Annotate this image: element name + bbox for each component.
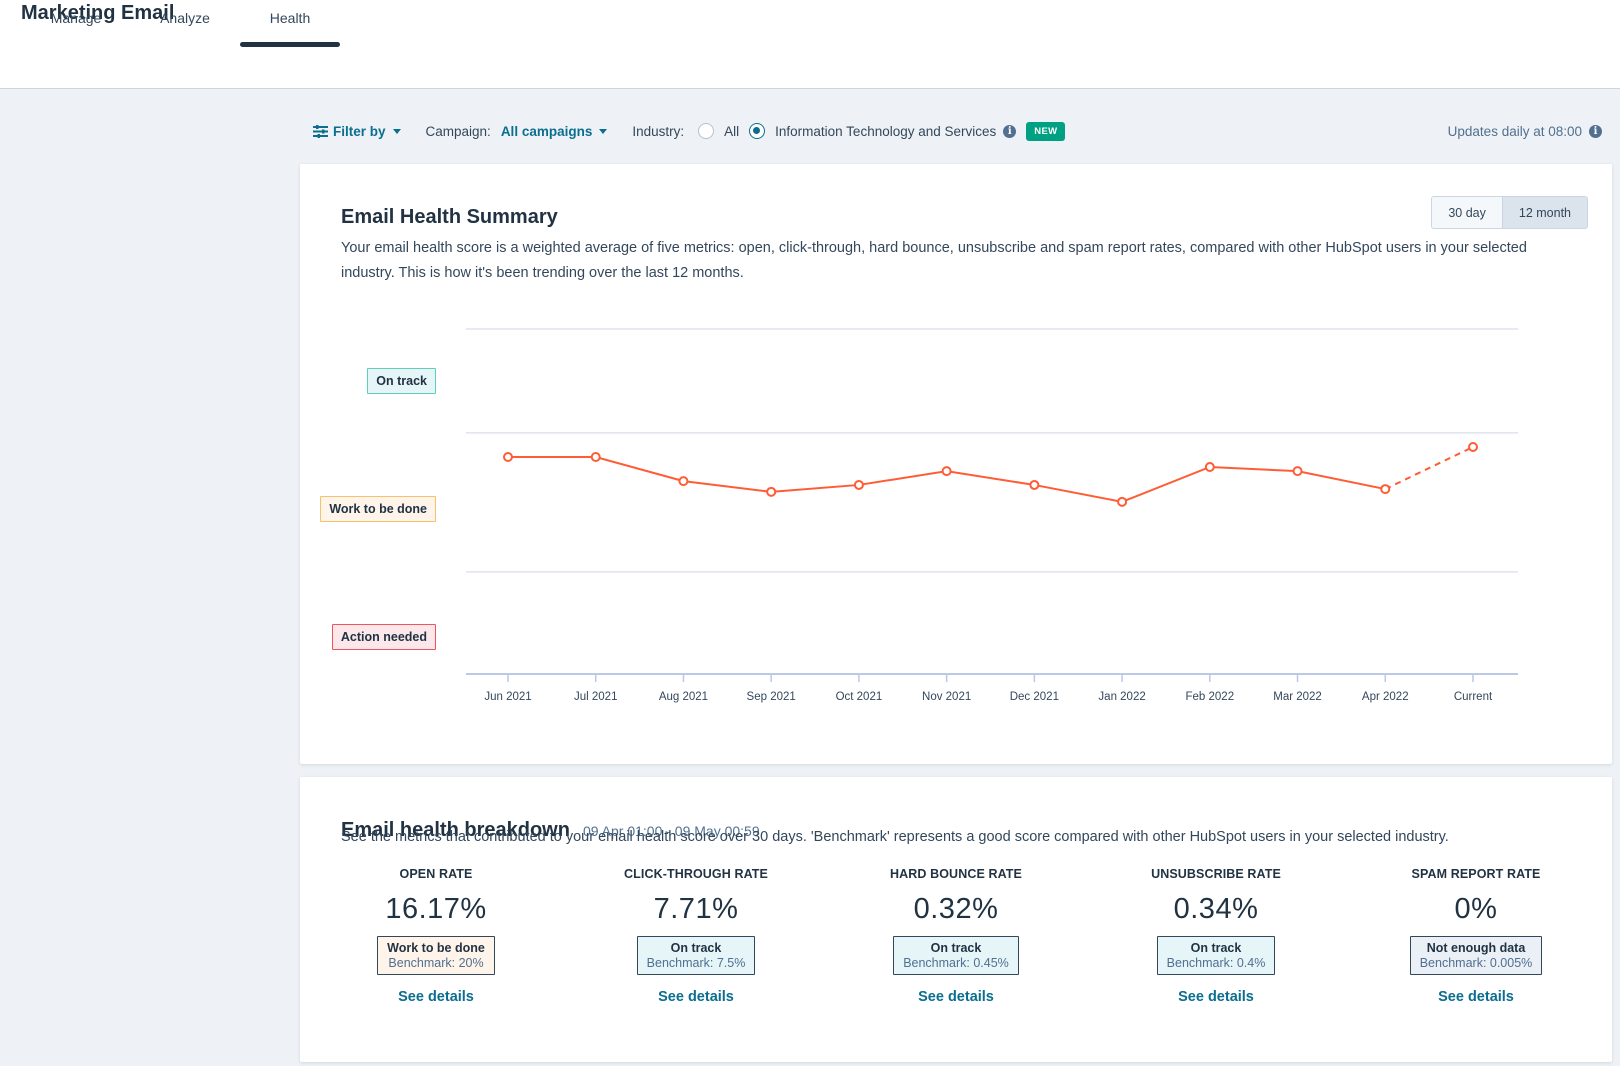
update-schedule: Updates daily at 08:00 i	[1448, 119, 1602, 143]
campaign-dropdown[interactable]: All campaigns	[501, 124, 608, 139]
status-benchmark: Benchmark: 20%	[388, 956, 484, 970]
data-point	[1204, 462, 1215, 472]
metric-label: UNSUBSCRIBE RATE	[1151, 867, 1281, 881]
zone-label-work-to-be-done: Work to be done	[320, 496, 436, 522]
metric-unsubscribe-rate: UNSUBSCRIBE RATE 0.34% On track Benchmar…	[1096, 867, 1336, 1005]
filter-bar: Filter by Campaign: All campaigns Indust…	[313, 119, 1066, 143]
metric-click-through-rate: CLICK-THROUGH RATE 7.71% On track Benchm…	[576, 867, 816, 1005]
health-trend-chart: Jun 2021 Jul 2021 Aug 2021 Sep 2021 Oct 2021…	[466, 328, 1518, 703]
status-name: On track	[1190, 941, 1242, 955]
industry-option-it-services-label[interactable]: Information Technology and Services	[775, 124, 996, 139]
x-tick-label: Aug 2021	[659, 691, 708, 703]
status-name: On track	[930, 941, 982, 955]
series-line	[508, 455, 1386, 503]
zone-label-on-track: On track	[367, 368, 436, 394]
status-benchmark: Benchmark: 0.45%	[903, 956, 1009, 970]
breakdown-description: See the metrics that contributed to your…	[341, 829, 1449, 845]
data-point	[941, 466, 952, 477]
metric-value: 7.71%	[653, 893, 739, 925]
top-header: Marketing Email Manage Analyze Health	[0, 0, 1620, 89]
status-benchmark: Benchmark: 0.4%	[1166, 956, 1266, 970]
industry-radio-it-services[interactable]	[749, 123, 766, 139]
status-name: Not enough data	[1426, 941, 1526, 955]
metric-label: HARD BOUNCE RATE	[890, 867, 1022, 881]
tab-manage[interactable]: Manage	[49, 0, 103, 45]
metric-label: SPAM REPORT RATE	[1411, 867, 1541, 881]
email-health-summary-card: Email Health Summary Your email health s…	[300, 164, 1612, 764]
data-point	[503, 451, 513, 462]
see-details-link[interactable]: See details	[1096, 989, 1336, 1005]
metric-label: OPEN RATE	[399, 867, 473, 881]
info-icon[interactable]: i	[1589, 124, 1602, 138]
chevron-down-icon	[599, 128, 608, 134]
metric-value: 0.34%	[1173, 893, 1259, 925]
x-tick-label: Mar 2022	[1273, 691, 1322, 703]
metric-status-badge: On track Benchmark: 7.5%	[636, 936, 756, 975]
see-details-link[interactable]: See details	[576, 989, 816, 1005]
x-tick-label: Sep 2021	[747, 691, 796, 703]
metric-status-badge: Not enough data Benchmark: 0.005%	[1409, 936, 1543, 975]
metric-label: CLICK-THROUGH RATE	[624, 867, 768, 881]
info-icon[interactable]: i	[1003, 124, 1017, 138]
x-tick-label: Feb 2022	[1186, 691, 1235, 703]
metric-value: 16.17%	[385, 893, 487, 925]
x-tick-label: Jul 2021	[574, 691, 617, 703]
industry-option-all-label[interactable]: All	[724, 124, 739, 139]
data-point	[1292, 466, 1303, 477]
status-benchmark: Benchmark: 0.005%	[1419, 956, 1533, 970]
data-point	[590, 451, 601, 462]
data-point	[1029, 479, 1040, 490]
metric-status-badge: On track Benchmark: 0.4%	[1156, 936, 1276, 975]
status-name: On track	[670, 941, 722, 955]
see-details-link[interactable]: See details	[836, 989, 1076, 1005]
x-tick-label: Jun 2021	[484, 691, 531, 703]
filter-by-dropdown[interactable]: Filter by	[313, 124, 401, 139]
new-badge: NEW	[1026, 121, 1066, 141]
filter-by-label: Filter by	[333, 123, 386, 139]
campaign-value: All campaigns	[500, 123, 593, 139]
data-point	[678, 476, 689, 487]
metric-status-badge: Work to be done Benchmark: 20%	[377, 936, 495, 975]
data-point	[1380, 484, 1391, 495]
metric-value: 0%	[1454, 893, 1498, 925]
x-tick-label: Oct 2021	[836, 691, 883, 703]
industry-label: Industry:	[632, 123, 685, 139]
x-tick-label: Current	[1454, 691, 1493, 703]
data-point	[853, 479, 864, 490]
data-point	[1117, 496, 1128, 507]
metric-hard-bounce-rate: HARD BOUNCE RATE 0.32% On track Benchmar…	[836, 867, 1076, 1005]
see-details-link[interactable]: See details	[1356, 989, 1596, 1005]
x-tick-label: Jan 2022	[1098, 691, 1145, 703]
metric-open-rate: OPEN RATE 16.17% Work to be done Benchma…	[316, 867, 556, 1005]
tab-analyze[interactable]: Analyze	[158, 0, 212, 45]
series-line-projected	[1384, 446, 1474, 490]
filter-sliders-icon	[313, 124, 328, 138]
metric-value: 0.32%	[913, 893, 999, 925]
x-tick-label: Dec 2021	[1010, 691, 1059, 703]
metric-spam-report-rate: SPAM REPORT RATE 0% Not enough data Benc…	[1356, 867, 1596, 1005]
see-details-link[interactable]: See details	[316, 989, 556, 1005]
x-tick-label: Nov 2021	[922, 691, 971, 703]
campaign-label: Campaign:	[425, 123, 491, 139]
data-point	[1468, 441, 1478, 452]
zone-label-action-needed: Action needed	[331, 624, 436, 650]
email-health-breakdown-card: Email health breakdown 09 Apr 01:00 - 09…	[300, 777, 1612, 1062]
industry-radio-all[interactable]	[698, 123, 715, 139]
status-benchmark: Benchmark: 7.5%	[646, 956, 746, 970]
tab-health[interactable]: Health	[240, 0, 340, 47]
chevron-down-icon	[392, 128, 401, 134]
x-tick-label: Apr 2022	[1362, 691, 1409, 703]
updates-text: Updates daily at 08:00	[1447, 123, 1582, 139]
status-name: Work to be done	[387, 941, 485, 955]
data-point	[766, 486, 777, 497]
metric-status-badge: On track Benchmark: 0.45%	[893, 936, 1019, 975]
